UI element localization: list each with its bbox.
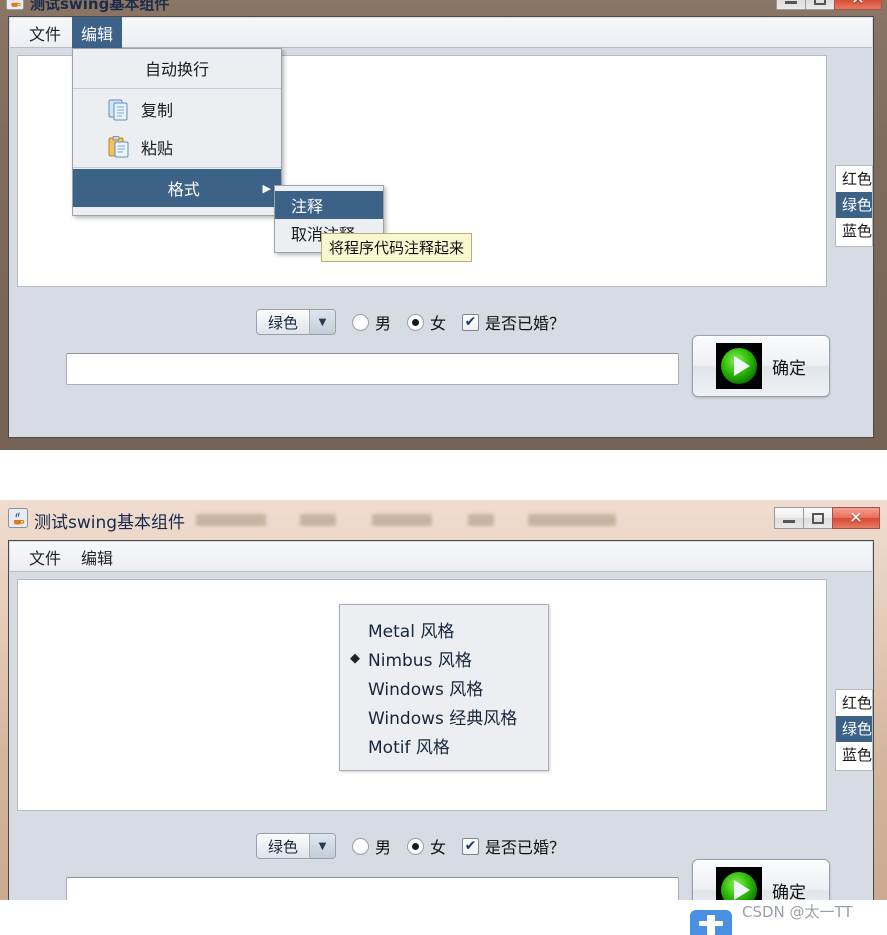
paste-icon <box>108 136 129 158</box>
close-icon: ✕ <box>849 508 863 527</box>
java-coffee-cup-icon <box>6 0 24 10</box>
menu-item-copy[interactable]: 复制 <box>73 90 281 128</box>
ok-button-label: 确定 <box>772 358 806 379</box>
color-combobox-top[interactable]: 绿色 ▼ <box>256 309 336 335</box>
radio-female-top[interactable] <box>407 313 425 331</box>
close-button[interactable]: ✕ <box>834 0 882 10</box>
close-button[interactable]: ✕ <box>832 507 880 529</box>
radio-female-label: 女 <box>430 838 447 857</box>
chevron-down-icon[interactable]: ▼ <box>309 310 335 334</box>
edit-menu-popup: 自动换行 复制 粘贴 格式 ▶ <box>72 48 282 216</box>
bottom-text-input-top[interactable] <box>66 353 679 385</box>
blurred-background-text <box>372 514 432 526</box>
radio-female-bottom[interactable] <box>407 837 425 855</box>
ok-button-label: 确定 <box>772 882 806 903</box>
comment-tooltip: 将程序代码注释起来 <box>321 233 473 262</box>
window-bottom-titlebar[interactable]: 测试swing基本组件 ✕ <box>0 500 887 540</box>
menubar-item-file[interactable]: 文件 <box>20 17 70 49</box>
style-option-nimbus[interactable]: ◆ Nimbus 风格 <box>340 644 548 673</box>
csdn-logo-icon <box>690 910 732 935</box>
menubar-item-edit[interactable]: 编辑 <box>72 16 123 49</box>
maximize-icon <box>812 512 824 524</box>
window-bottom-controls: ✕ <box>774 507 880 529</box>
radio-female-label: 女 <box>430 314 447 333</box>
maximize-button[interactable] <box>803 507 833 529</box>
form-row-bottom: 绿色 ▼ 男 女 ✔ 是否已婚？ <box>256 833 565 859</box>
blurred-background-text <box>196 514 266 526</box>
color-list-item-red[interactable]: 红色 <box>836 690 872 716</box>
window-top-body: 文件 编辑 红色 绿色 蓝色 绿色 ▼ 男 女 ✔ 是否已婚？ 确定 自动换行 … <box>8 16 874 438</box>
radio-male-label: 男 <box>375 838 392 857</box>
color-list-item-blue[interactable]: 蓝色 <box>836 742 872 768</box>
style-option-windows[interactable]: Windows 风格 <box>340 673 548 702</box>
checkbox-married-bottom[interactable]: ✔ <box>462 837 480 855</box>
csdn-watermark: CSDN @太一TT <box>742 903 853 921</box>
radio-male-label: 男 <box>375 314 392 333</box>
style-option-windows-classic[interactable]: Windows 经典风格 <box>340 702 548 731</box>
color-list-top[interactable]: 红色 绿色 蓝色 <box>835 165 873 247</box>
radio-dot-icon <box>412 318 420 326</box>
close-icon: ✕ <box>851 0 864 7</box>
radio-male-top[interactable] <box>352 313 369 331</box>
form-row-top: 绿色 ▼ 男 女 ✔ 是否已婚？ <box>256 309 565 335</box>
minimize-icon <box>785 1 797 4</box>
minimize-button[interactable] <box>774 507 804 529</box>
menu-separator <box>73 88 281 89</box>
look-and-feel-popup: Metal 风格 ◆ Nimbus 风格 Windows 风格 Windows … <box>339 604 549 771</box>
window-bottom: 测试swing基本组件 ✕ 文件 编辑 红色 绿色 蓝色 Metal 风格 ◆ … <box>0 500 887 921</box>
color-list-item-green[interactable]: 绿色 <box>836 192 872 218</box>
window-bottom-title-text: 测试swing基本组件 <box>34 513 186 533</box>
blurred-background-text <box>300 514 336 526</box>
style-option-metal[interactable]: Metal 风格 <box>340 615 548 644</box>
color-list-item-blue[interactable]: 蓝色 <box>836 218 872 244</box>
minimize-icon <box>783 520 795 523</box>
blurred-background-text <box>468 514 494 526</box>
ok-button-top[interactable]: 确定 <box>692 335 830 397</box>
color-list-item-red[interactable]: 红色 <box>836 166 872 192</box>
color-combobox-value: 绿色 <box>267 313 298 332</box>
menu-item-word-wrap[interactable]: 自动换行 <box>73 49 281 87</box>
window-top-title-text: 测试swing基本组件 <box>30 0 170 13</box>
window-top-controls: ✕ <box>776 0 882 10</box>
chevron-right-icon: ▶ <box>262 181 271 195</box>
screenshot-root: 测试swing基本组件 ✕ 文件 编辑 红色 绿色 蓝色 <box>0 0 887 935</box>
color-list-item-green[interactable]: 绿色 <box>836 716 872 742</box>
window-bottom-menubar: 文件 编辑 <box>10 542 872 572</box>
java-coffee-cup-icon <box>8 508 28 528</box>
color-combobox-value: 绿色 <box>267 837 298 856</box>
color-list-bottom[interactable]: 红色 绿色 蓝色 <box>835 689 873 771</box>
menu-item-format[interactable]: 格式 ▶ <box>73 169 281 207</box>
maximize-icon <box>814 0 826 5</box>
checkbox-married-top[interactable]: ✔ <box>462 313 480 331</box>
blurred-background-text <box>528 514 616 526</box>
minimize-button[interactable] <box>776 0 806 10</box>
window-top-titlebar[interactable]: 测试swing基本组件 ✕ <box>0 0 887 16</box>
style-option-motif[interactable]: Motif 风格 <box>340 731 548 760</box>
menubar-item-edit[interactable]: 编辑 <box>72 541 122 573</box>
maximize-button[interactable] <box>805 0 835 10</box>
window-top: 测试swing基本组件 ✕ 文件 编辑 红色 绿色 蓝色 <box>0 0 887 450</box>
menubar-item-file[interactable]: 文件 <box>20 541 70 573</box>
menu-separator <box>73 167 281 168</box>
color-combobox-bottom[interactable]: 绿色 ▼ <box>256 833 336 859</box>
checkbox-married-label: 是否已婚？ <box>485 838 566 857</box>
chevron-down-icon[interactable]: ▼ <box>309 834 335 858</box>
menu-item-paste[interactable]: 粘贴 <box>73 128 281 166</box>
radio-dot-icon <box>412 842 420 850</box>
radio-male-bottom[interactable] <box>352 837 369 855</box>
green-play-icon <box>716 343 762 389</box>
checkbox-married-label: 是否已婚？ <box>485 314 566 333</box>
menu-bottom-pad <box>73 207 281 215</box>
submenu-item-comment[interactable]: 注释 <box>275 191 383 219</box>
copy-icon <box>108 99 128 121</box>
window-bottom-body: 文件 编辑 红色 绿色 蓝色 Metal 风格 ◆ Nimbus 风格 Wind… <box>8 540 874 921</box>
window-top-menubar: 文件 编辑 <box>10 16 872 49</box>
diamond-marker-icon: ◆ <box>350 651 360 666</box>
